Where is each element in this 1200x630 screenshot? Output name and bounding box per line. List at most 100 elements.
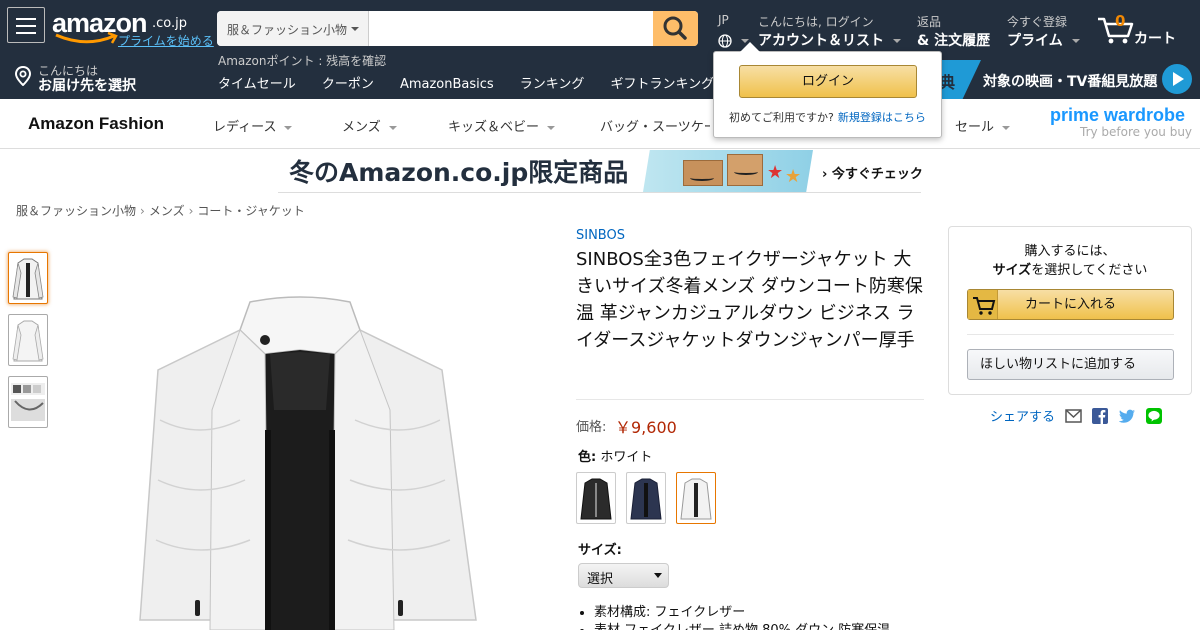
winter-promo-banner[interactable]: 冬のAmazon.co.jp限定商品 ★ ★ › 今すぐチェック xyxy=(278,150,923,193)
product-main-image[interactable] xyxy=(100,290,500,630)
points-balance-link[interactable]: Amazonポイント : 残高を確認 xyxy=(218,52,386,69)
navy-jacket-swatch-image xyxy=(630,478,662,520)
banner-cta-link[interactable]: › 今すぐチェック xyxy=(822,163,923,182)
caret-down-icon xyxy=(351,27,359,31)
add-to-wishlist-button[interactable]: ほしい物リストに追加する xyxy=(967,349,1174,380)
black-jacket-swatch-image xyxy=(580,478,612,520)
breadcrumb-item[interactable]: 服＆ファッション小物 xyxy=(16,204,136,218)
twitter-icon[interactable] xyxy=(1119,408,1136,424)
size-dropdown[interactable]: 選択 xyxy=(578,563,669,588)
color-swatch-navy[interactable] xyxy=(626,472,666,524)
color-swatch-white[interactable] xyxy=(676,472,716,524)
star-icon: ★ xyxy=(767,162,784,183)
prime-video-promo[interactable]: 典 対象の映画・TV番組見放題 xyxy=(935,60,1200,99)
cart-icon xyxy=(968,290,998,319)
white-jacket-swatch-image xyxy=(680,478,712,520)
globe-icon xyxy=(718,33,732,48)
search-category-select[interactable]: 服＆ファッション小物 xyxy=(217,11,369,46)
prime-signup-link[interactable]: プライムを始める xyxy=(118,32,214,49)
prime-label: プライム xyxy=(1007,33,1063,49)
feature-bullets: 素材構成: フェイクレザー 表材 フェイクレザー 詰め物 80% ダウン 防寒保… xyxy=(594,604,924,630)
first-time-text: 初めてご利用ですか? xyxy=(729,111,834,124)
top-nav: amazon .co.jp プライムを始める 服＆ファッション小物 JP こんに… xyxy=(0,0,1200,99)
breadcrumb-item[interactable]: コート・ジャケット xyxy=(197,204,304,218)
register-prompt: 初めてご利用ですか? 新規登録はこちら xyxy=(729,109,926,125)
caret-down-icon xyxy=(284,125,293,130)
prime-signup-small: 今すぐ登録 xyxy=(1007,15,1068,29)
brand-link[interactable]: SINBOS xyxy=(576,228,625,243)
login-button[interactable]: ログイン xyxy=(739,65,917,98)
email-icon[interactable] xyxy=(1065,408,1082,424)
play-icon[interactable] xyxy=(1162,64,1192,94)
divider xyxy=(967,334,1174,335)
category-label: レディース xyxy=(213,120,277,135)
category-ladies[interactable]: レディース xyxy=(213,116,293,135)
logo-tld: .co.jp xyxy=(152,16,188,31)
category-label: セール xyxy=(955,120,995,135)
category-sale[interactable]: セール xyxy=(955,116,1011,135)
line-icon[interactable] xyxy=(1146,407,1163,424)
color-swatch-black[interactable] xyxy=(576,472,616,524)
add-to-cart-label: カートに入れる xyxy=(1024,297,1116,312)
orders-label: & 注文履歴 xyxy=(917,33,991,49)
caret-down-icon xyxy=(893,38,902,43)
account-menu[interactable]: こんにちは, ログイン アカウント＆リスト xyxy=(758,13,902,50)
fashion-title[interactable]: Amazon Fashion xyxy=(28,114,164,134)
category-kids[interactable]: キッズ＆ベビー xyxy=(448,116,556,135)
search-button[interactable] xyxy=(653,11,698,46)
size-selected-value: 選択 xyxy=(587,572,614,587)
banner-headline: 冬のAmazon.co.jp限定商品 xyxy=(289,158,629,187)
orders-link[interactable]: 返品 & 注文履歴 xyxy=(917,13,990,50)
breadcrumb-item[interactable]: メンズ xyxy=(149,204,185,218)
facebook-icon[interactable] xyxy=(1092,407,1109,424)
category-mens[interactable]: メンズ xyxy=(342,116,397,135)
buy-box: 購入するには、 サイズを選択してください カートに入れる ほしい物リストに追加す… xyxy=(948,226,1192,395)
prime-menu[interactable]: 今すぐ登録 プライム xyxy=(1007,13,1080,50)
select-size-note: 購入するには、 サイズを選択してください xyxy=(949,242,1191,280)
subnav-gift-ranking[interactable]: ギフトランキング xyxy=(611,77,715,92)
subnav-coupon[interactable]: クーポン xyxy=(322,77,374,92)
product-thumbnail[interactable] xyxy=(8,376,48,428)
product-thumbnail[interactable] xyxy=(8,314,48,366)
add-to-cart-button[interactable]: カートに入れる xyxy=(967,289,1174,320)
size-label: サイズ: xyxy=(578,543,622,558)
package-icon xyxy=(683,160,723,186)
caret-down-icon xyxy=(1071,38,1080,43)
product-thumbnail[interactable] xyxy=(8,252,48,304)
prime-wardrobe-logo[interactable]: prime wardrobe Try before you buy xyxy=(1050,105,1192,139)
register-link[interactable]: 新規登録はこちら xyxy=(838,111,926,124)
category-label: キッズ＆ベビー xyxy=(448,120,540,135)
caret-down-icon xyxy=(388,125,397,130)
account-label: アカウント＆リスト xyxy=(758,33,884,49)
chevron-right-icon: › xyxy=(140,204,145,218)
account-greeting: こんにちは, ログイン xyxy=(758,15,874,29)
search-bar: 服＆ファッション小物 xyxy=(217,11,698,46)
returns-label: 返品 xyxy=(917,15,942,29)
buy-note-line2: を選択してください xyxy=(1031,263,1148,278)
jacket-thumbnail-image xyxy=(12,258,44,300)
sub-nav: タイムセール クーポン AmazonBasics ランキング ギフトランキング … xyxy=(218,73,774,92)
color-selection: 色: ホワイト xyxy=(578,446,652,465)
color-value: ホワイト xyxy=(600,450,653,465)
search-input[interactable] xyxy=(370,11,653,46)
chevron-right-icon: › xyxy=(188,204,194,218)
fashion-nav: Amazon Fashion レディース メンズ キッズ＆ベビー バッグ・スーツ… xyxy=(0,99,1200,149)
caret-down-icon xyxy=(547,125,556,130)
category-bags[interactable]: バッグ・スーツケース xyxy=(600,116,710,135)
product-title: SINBOS全3色フェイクザージャケット 大きいサイズ冬着メンズ ダウンコート防… xyxy=(576,249,923,351)
subnav-ranking[interactable]: ランキング xyxy=(520,77,585,92)
banner-boxes-image: ★ ★ xyxy=(643,150,813,192)
amazon-logo[interactable]: amazon .co.jp プライムを始める xyxy=(52,8,214,50)
menu-icon[interactable] xyxy=(7,7,45,43)
subnav-amazonbasics[interactable]: AmazonBasics xyxy=(400,77,494,92)
buy-note-bold: サイズ xyxy=(992,263,1032,278)
location-pin-icon xyxy=(14,66,32,86)
subnav-timesale[interactable]: タイムセール xyxy=(218,77,296,92)
prime-wardrobe-tagline: Try before you buy xyxy=(1080,125,1193,139)
search-category-label: 服＆ファッション小物 xyxy=(227,23,348,37)
color-label: 色: xyxy=(578,450,597,465)
login-flyout: ログイン 初めてご利用ですか? 新規登録はこちら xyxy=(713,42,942,138)
caret-down-icon xyxy=(654,573,662,578)
banner-cta-label: 今すぐチェック xyxy=(831,167,923,182)
buy-note-line1: 購入するには、 xyxy=(1024,244,1116,259)
